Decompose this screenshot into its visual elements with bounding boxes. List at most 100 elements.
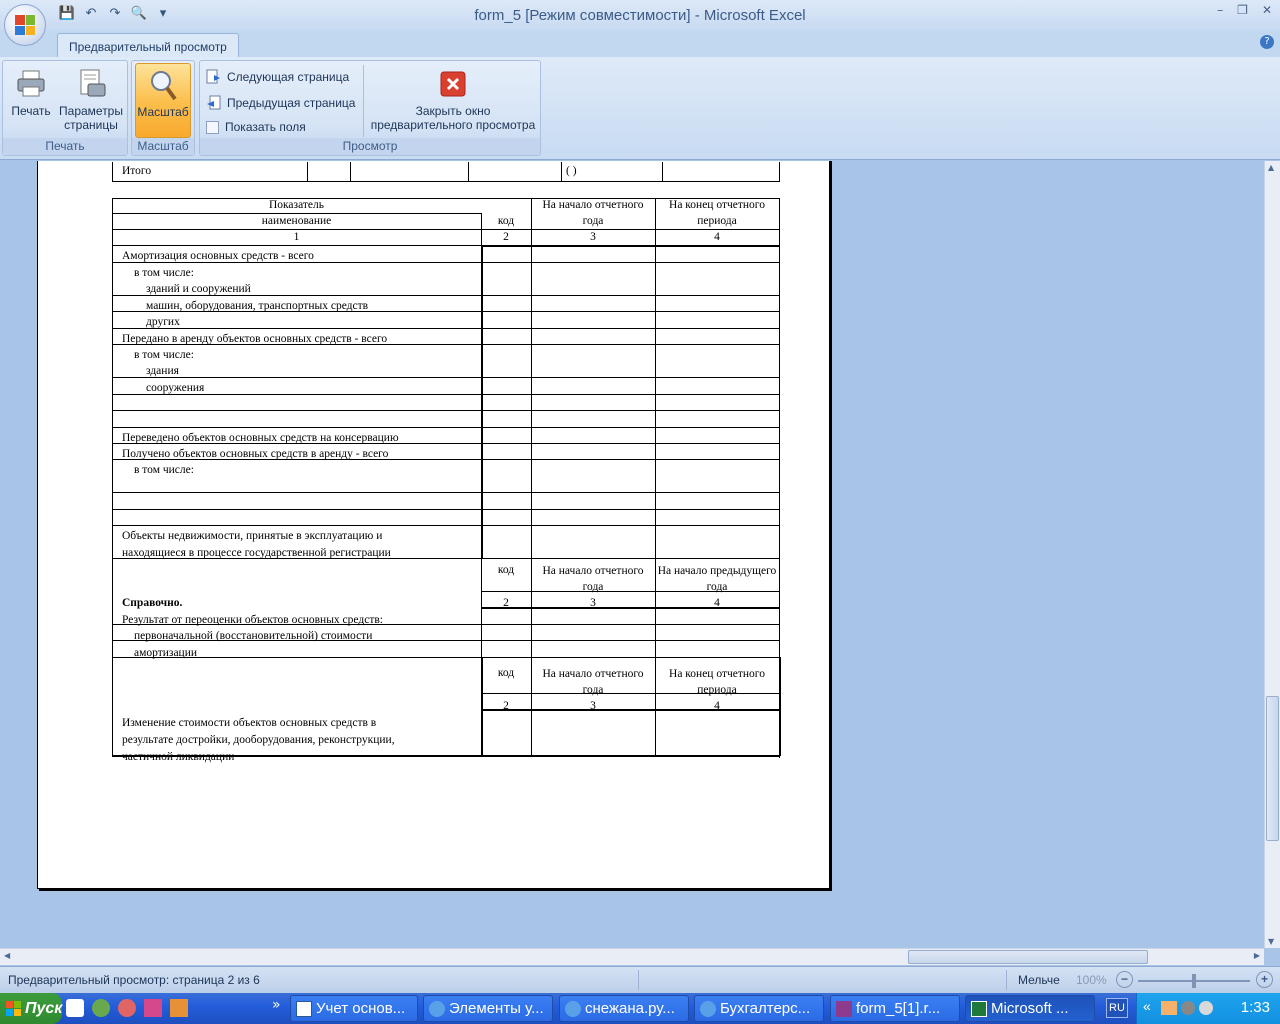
- tab-print-preview[interactable]: Предварительный просмотр: [57, 33, 239, 59]
- home-icon[interactable]: [1161, 1001, 1177, 1015]
- tray-expand-icon[interactable]: «: [1143, 998, 1151, 1014]
- group-separator: [363, 65, 364, 137]
- ref-num-4: 4: [714, 597, 720, 609]
- office-logo-icon: [15, 15, 35, 35]
- taskbar-item-active[interactable]: Microsoft ...: [965, 995, 1095, 1022]
- preview-workspace: Итого ( ) Показатель наименование код На…: [0, 161, 1264, 948]
- ref-start: На начало отчетного года: [542, 565, 644, 593]
- row-label: Передано в аренду объектов основных сред…: [122, 333, 388, 345]
- col-num-3: 3: [590, 231, 596, 243]
- row-label: Амортизация основных средств - всего: [122, 250, 314, 262]
- row-label: других: [146, 316, 180, 328]
- ebay-icon[interactable]: [66, 999, 84, 1017]
- ref-prev: На начало предыдущего года: [657, 565, 777, 593]
- last-num-4: 4: [714, 700, 720, 712]
- print-button[interactable]: Печать: [7, 63, 55, 138]
- ie-icon: [565, 1000, 581, 1017]
- window-controls: – ❐ ✕: [1217, 3, 1272, 17]
- media-icon[interactable]: [144, 999, 162, 1017]
- word-icon: [296, 1000, 312, 1017]
- row-label: сооружения: [146, 382, 205, 394]
- row-label: в том числе:: [134, 464, 194, 476]
- clock: 1:33: [1240, 999, 1270, 1016]
- last-label-1: Изменение стоимости объектов основных ср…: [122, 717, 377, 729]
- start-button[interactable]: Пуск: [0, 993, 62, 1024]
- vertical-scrollbar[interactable]: ▲ ▼: [1264, 161, 1280, 948]
- language-indicator[interactable]: RU: [1106, 998, 1128, 1018]
- ribbon: Печать Параметры страницы Печать Масштаб…: [0, 57, 1280, 160]
- app-icon[interactable]: [118, 999, 136, 1017]
- vertical-scroll-thumb[interactable]: [1266, 696, 1279, 841]
- status-text: Предварительный просмотр: страница 2 из …: [8, 973, 260, 987]
- taskbar-item[interactable]: Учет основ...: [290, 995, 418, 1022]
- row-label: в том числе:: [134, 267, 194, 279]
- horizontal-scroll-thumb[interactable]: [908, 950, 1148, 964]
- chevron-right-icon[interactable]: »: [272, 997, 281, 1013]
- tray-icon[interactable]: [1199, 1001, 1213, 1015]
- scroll-down-icon[interactable]: ▼: [1268, 937, 1274, 946]
- close-red-icon: [437, 68, 469, 100]
- row-label: в том числе:: [134, 349, 194, 361]
- last-num-3: 3: [590, 700, 596, 712]
- horizontal-scrollbar[interactable]: ◀ ▶: [0, 948, 1264, 965]
- close-preview-button[interactable]: Закрыть окно предварительного просмотра: [368, 63, 538, 138]
- scroll-left-icon[interactable]: ◀: [4, 951, 10, 960]
- ribbon-tab-row: Предварительный просмотр ?: [0, 31, 1280, 59]
- ref-code: код: [497, 564, 515, 576]
- previous-page-icon: [206, 95, 221, 110]
- next-page-button[interactable]: Следующая страница: [206, 69, 349, 84]
- zoom-minus-icon[interactable]: −: [1116, 971, 1133, 988]
- col-num-1: 1: [293, 231, 300, 243]
- help-icon[interactable]: ?: [1260, 35, 1274, 49]
- last-start: На начало отчетного года: [542, 668, 644, 696]
- row-label: Объекты недвижимости, принятые в эксплуа…: [122, 530, 383, 542]
- windows-taskbar: Пуск » Учет основ... Элементы у... снежа…: [0, 993, 1280, 1024]
- next-page-icon: [206, 69, 221, 84]
- zoom-plus-icon[interactable]: +: [1256, 971, 1273, 988]
- taskbar-item[interactable]: Элементы у...: [423, 995, 553, 1022]
- taskbar-item[interactable]: снежана.ру...: [559, 995, 689, 1022]
- ref-title: Справочно.: [122, 597, 183, 609]
- zoom-out-label: Мельче: [1018, 973, 1060, 987]
- previous-page-button[interactable]: Предыдущая страница: [206, 95, 355, 110]
- minimize-icon[interactable]: –: [1217, 3, 1223, 17]
- ref-row: Результат от переоценки объектов основны…: [122, 614, 383, 626]
- preview-page[interactable]: Итого ( ) Показатель наименование код На…: [37, 161, 830, 889]
- scroll-up-icon[interactable]: ▲: [1268, 163, 1274, 172]
- row-label: зданий и сооружений: [146, 283, 251, 295]
- restore-icon[interactable]: ❐: [1237, 3, 1248, 17]
- row-label: Получено объектов основных средств в аре…: [122, 448, 389, 460]
- header-code: код: [497, 215, 515, 227]
- ie-icon: [429, 1000, 445, 1017]
- sheet-content: Итого ( ) Показатель наименование код На…: [38, 161, 831, 890]
- total-label: Итого: [122, 165, 152, 177]
- header-indicator: Показатель: [268, 199, 325, 211]
- header-end: На конец отчетного периода: [669, 199, 765, 227]
- ie-icon: [700, 1000, 716, 1017]
- windows-logo-icon: [6, 1001, 21, 1016]
- app-icon[interactable]: [92, 999, 110, 1017]
- group-preview: Следующая страница Предыдущая страница П…: [199, 60, 541, 156]
- show-margins-checkbox[interactable]: Показать поля: [206, 120, 306, 134]
- group-print: Печать Параметры страницы Печать: [2, 60, 128, 156]
- scroll-right-icon[interactable]: ▶: [1254, 951, 1260, 960]
- taskbar-item[interactable]: form_5[1].r...: [830, 995, 960, 1022]
- group-zoom: Масштаб Масштаб: [131, 60, 195, 156]
- taskbar-item[interactable]: Бухгалтерс...: [694, 995, 824, 1022]
- system-tray: « 1:33: [1136, 993, 1280, 1024]
- last-end: На конец отчетного периода: [669, 668, 765, 696]
- zoom-percent: 100%: [1076, 973, 1107, 987]
- ref-row: амортизации: [134, 647, 198, 659]
- office-button[interactable]: [4, 4, 46, 46]
- page-setup-button[interactable]: Параметры страницы: [57, 63, 125, 138]
- last-label-2: результате достройки, дооборудования, ре…: [122, 734, 395, 746]
- zoom-slider-mid-tick: [1192, 974, 1196, 988]
- close-icon[interactable]: ✕: [1262, 3, 1272, 17]
- printer-icon: [15, 68, 47, 100]
- magnifier-icon: [147, 69, 179, 101]
- group-label-zoom: Масштаб: [132, 138, 194, 155]
- app-icon[interactable]: [170, 999, 188, 1017]
- tray-icon[interactable]: [1181, 1001, 1195, 1015]
- ref-num-2: 2: [503, 597, 509, 609]
- zoom-button[interactable]: Масштаб: [135, 63, 191, 138]
